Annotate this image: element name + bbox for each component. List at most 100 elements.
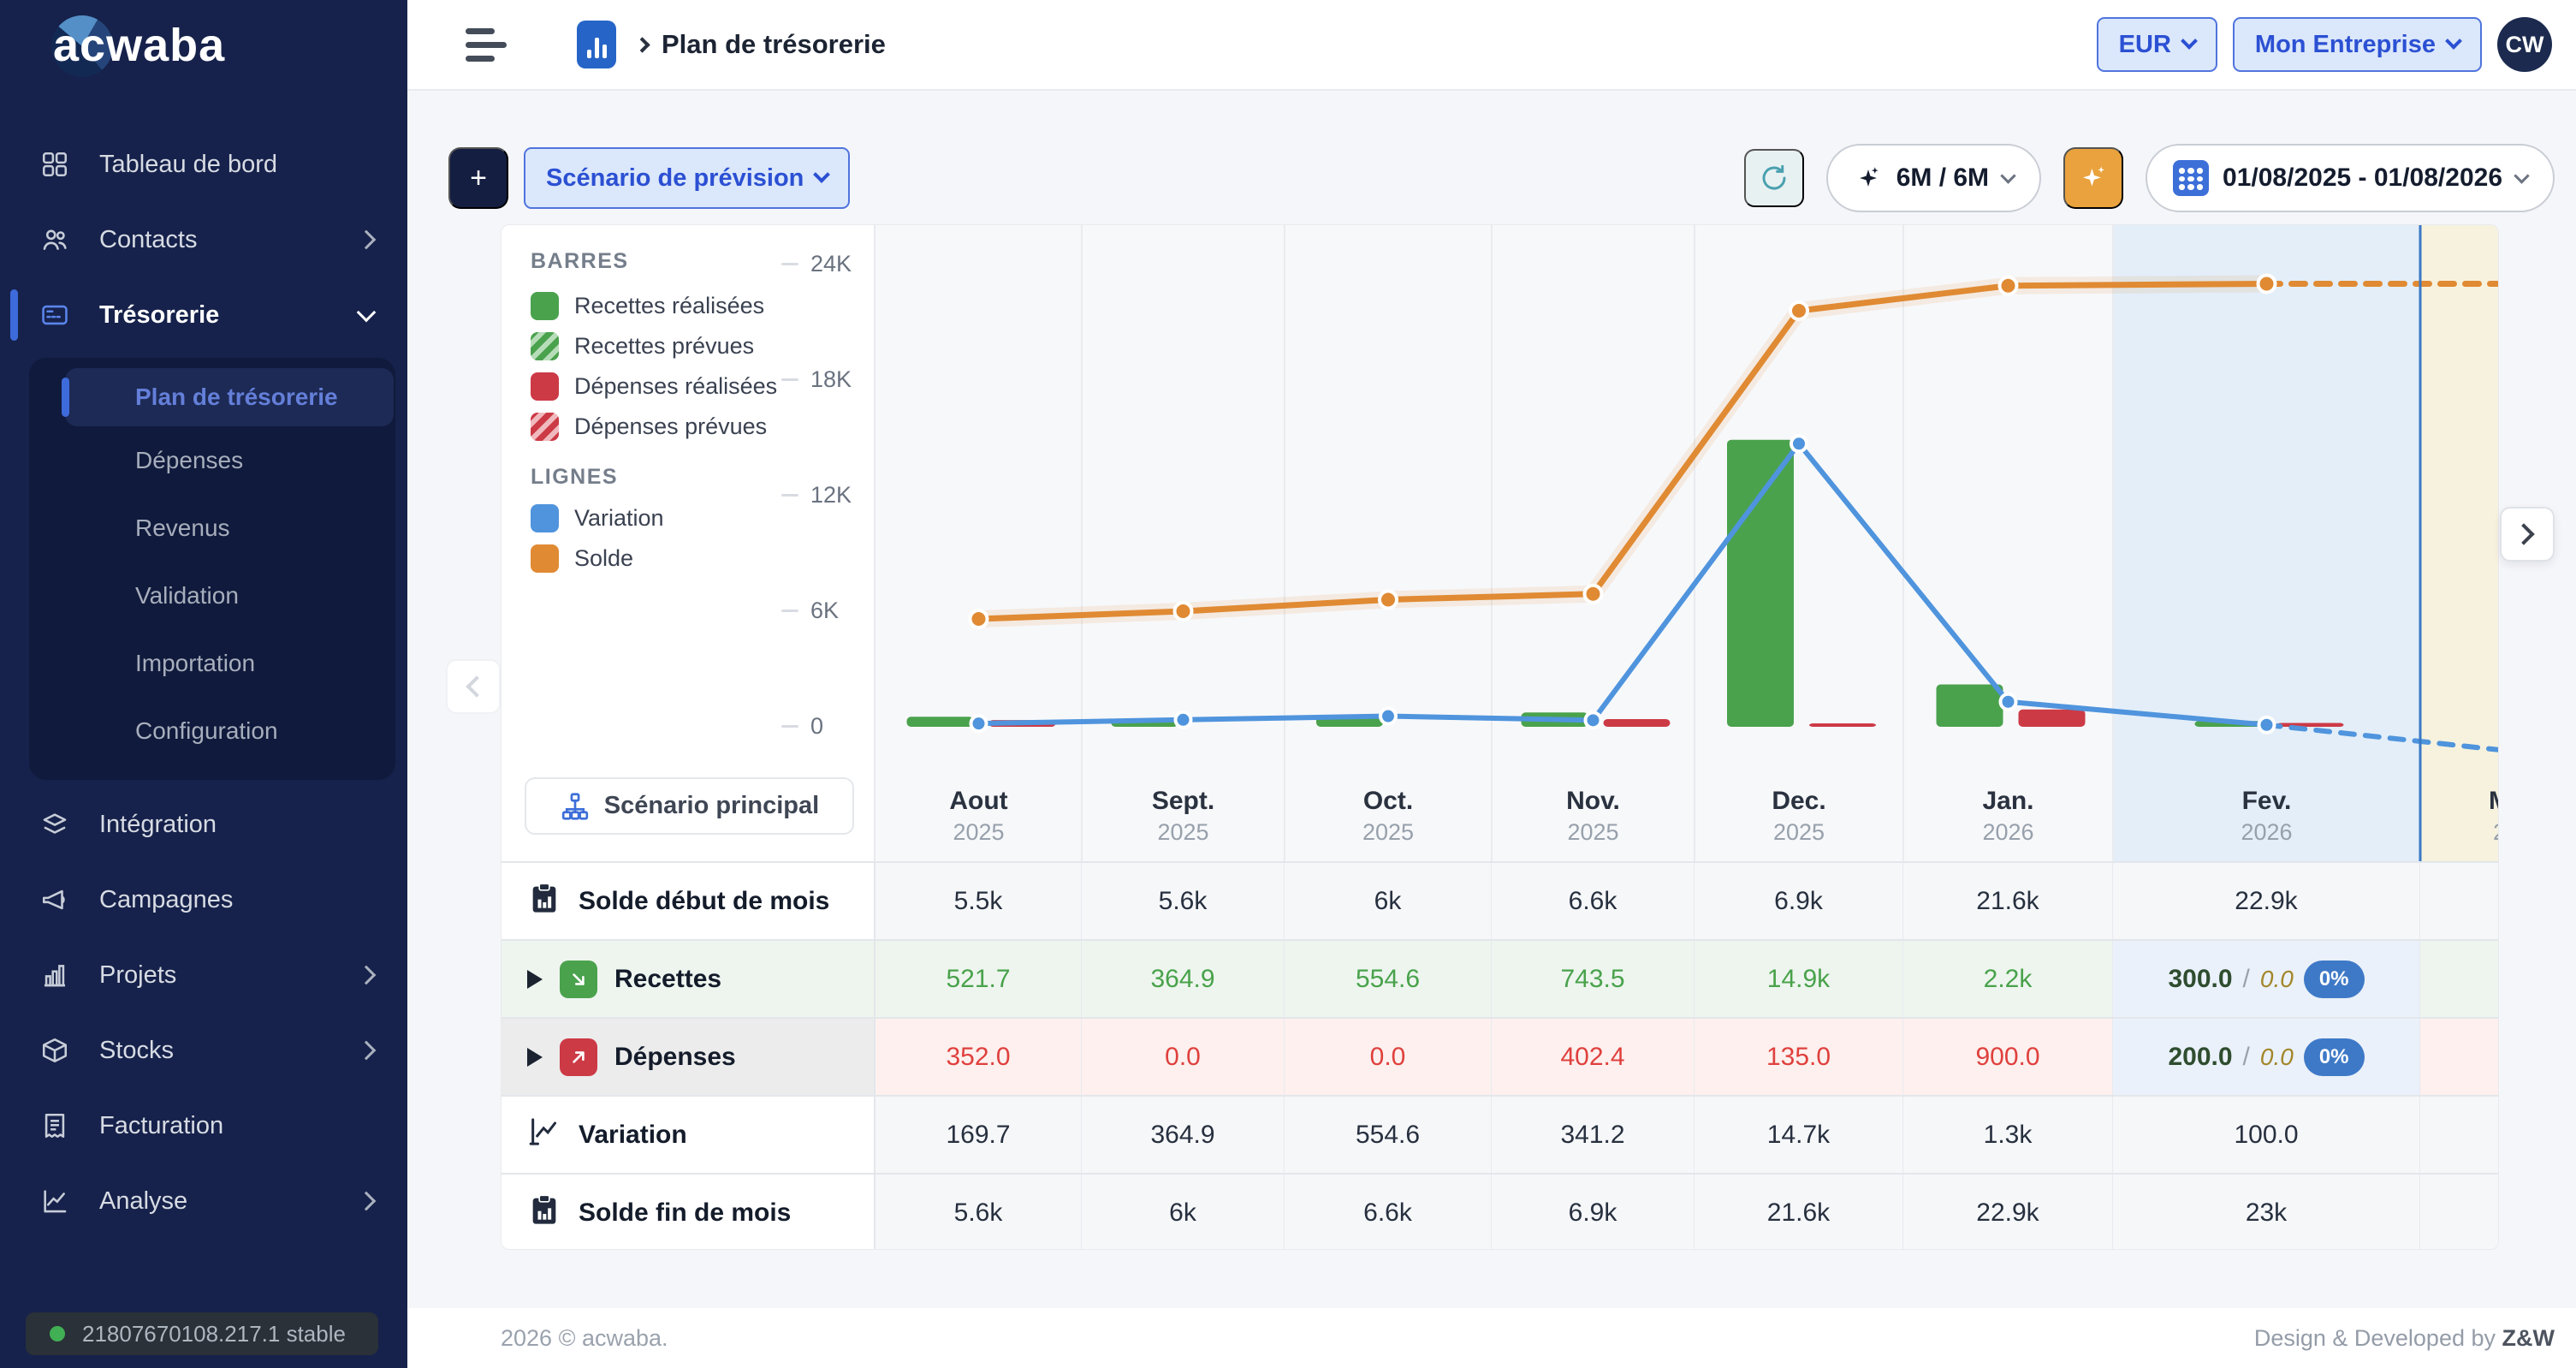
legend-item-recettes-prevues[interactable]: Recettes prévues xyxy=(531,332,754,360)
table-cell: 0.0 xyxy=(1082,1019,1285,1095)
submenu-item-expenses[interactable]: Dépenses xyxy=(29,426,395,494)
sidebar-item-stocks[interactable]: Stocks xyxy=(0,1013,407,1088)
date-range-picker[interactable]: 01/08/2025 - 01/08/2026 xyxy=(2146,144,2555,212)
expand-arrow-icon[interactable] xyxy=(527,1048,543,1067)
table-cell: 0.0 xyxy=(1285,1019,1492,1095)
submenu-item-label: Validation xyxy=(135,582,239,610)
date-range-label: 01/08/2025 - 01/08/2026 xyxy=(2223,164,2502,193)
svg-text:Oct.: Oct. xyxy=(1363,787,1413,815)
chart-legend: BARRES Recettes réalisées Recettes prévu… xyxy=(502,225,875,861)
chart-plot-area[interactable]: Aout2025Sept.2025Oct.2025Nov.2025Dec.202… xyxy=(875,225,2499,861)
currency-dropdown[interactable]: EUR xyxy=(2097,17,2217,72)
legend-item-recettes-realisees[interactable]: Recettes réalisées xyxy=(531,292,764,320)
bar-chart-icon xyxy=(39,960,70,990)
chevron-down-icon xyxy=(2181,33,2198,50)
sidebar-item-campaigns[interactable]: Campagnes xyxy=(0,862,407,937)
sidebar-item-label: Campagnes xyxy=(99,886,233,914)
table-row-solde-fin: Solde fin de mois 5.6k 6k 6.6k 6.9k 21.6… xyxy=(502,1173,2499,1250)
period-dropdown[interactable]: 6M / 6M xyxy=(1826,144,2041,212)
svg-text:2026: 2026 xyxy=(1982,819,2033,845)
row-label-cell[interactable]: Dépenses xyxy=(502,1019,875,1095)
menu-toggle-button[interactable] xyxy=(466,28,519,62)
table-cell-current-month[interactable]: 300.0 / 0.0 0% xyxy=(2113,941,2420,1017)
row-label-cell[interactable]: Recettes xyxy=(502,941,875,1017)
table-cell: 554.6 xyxy=(1285,1097,1492,1173)
sidebar-item-contacts[interactable]: Contacts xyxy=(0,202,407,277)
table-cell: 14.7k xyxy=(1695,1097,1903,1173)
table-cell: 21.6k xyxy=(1903,863,2113,939)
chevron-right-icon xyxy=(357,1192,377,1211)
table-cell xyxy=(2420,941,2499,1017)
table-cell: 6.9k xyxy=(1492,1175,1695,1250)
avatar[interactable]: CW xyxy=(2497,17,2552,72)
submenu-item-import[interactable]: Importation xyxy=(29,629,395,697)
add-scenario-button[interactable]: + xyxy=(448,147,508,209)
legend-item-solde[interactable]: Solde xyxy=(531,544,633,573)
table-cell-current-month[interactable]: 200.0 / 0.0 0% xyxy=(2113,1019,2420,1095)
company-dropdown[interactable]: Mon Entreprise xyxy=(2233,17,2482,72)
sidebar-item-integration[interactable]: Intégration xyxy=(0,787,407,862)
chart-prev-button[interactable] xyxy=(446,659,501,714)
sidebar-nav: Tableau de bord Contacts Trésorerie xyxy=(0,127,407,1239)
sidebar-item-label: Contacts xyxy=(99,226,197,254)
invoice-icon xyxy=(39,1110,70,1141)
expense-icon xyxy=(560,1038,597,1076)
legend-item-depenses-realisees[interactable]: Dépenses réalisées xyxy=(531,372,777,401)
table-cell: 135.0 xyxy=(1695,1019,1903,1095)
svg-text:Dec.: Dec. xyxy=(1772,787,1825,815)
submenu-item-label: Configuration xyxy=(135,717,278,745)
row-label-cell[interactable]: Variation xyxy=(502,1097,875,1173)
sidebar-item-label: Facturation xyxy=(99,1112,223,1140)
svg-text:2026: 2026 xyxy=(2493,819,2499,845)
sparkles-icon xyxy=(2077,162,2110,194)
period-label: 6M / 6M xyxy=(1896,164,1989,193)
percent-badge: 0% xyxy=(2304,1038,2365,1076)
box-icon xyxy=(39,1035,70,1066)
sidebar-item-projects[interactable]: Projets xyxy=(0,937,407,1013)
table-cell: 21.6k xyxy=(1695,1175,1903,1250)
submenu-item-validation[interactable]: Validation xyxy=(29,562,395,629)
table-cell: 5.5k xyxy=(875,863,1082,939)
legend-item-variation[interactable]: Variation xyxy=(531,504,664,532)
submenu-item-cash-plan[interactable]: Plan de trésorerie xyxy=(65,368,394,426)
sidebar-item-analysis[interactable]: Analyse xyxy=(0,1163,407,1239)
legend-chip-icon xyxy=(531,372,559,401)
treasury-card: BARRES Recettes réalisées Recettes prévu… xyxy=(501,224,2499,1250)
expand-arrow-icon[interactable] xyxy=(527,970,543,989)
chart-next-button[interactable] xyxy=(2500,507,2555,562)
sidebar-item-treasury[interactable]: Trésorerie xyxy=(0,277,407,353)
scenario-dropdown[interactable]: Scénario de prévision xyxy=(524,147,850,209)
scenario-principal-button[interactable]: Scénario principal xyxy=(525,777,854,835)
refresh-button[interactable] xyxy=(1744,149,1804,207)
sidebar-item-label: Projets xyxy=(99,961,176,990)
table-cell: 2.2k xyxy=(1903,941,2113,1017)
clipboard-chart-icon xyxy=(527,1193,561,1234)
variation-line-icon xyxy=(527,1115,561,1156)
table-cell: 6.9k xyxy=(1695,863,1903,939)
table-cell: 6k xyxy=(1082,1175,1285,1250)
sidebar: acwaba Tableau de bord Contacts xyxy=(0,0,407,1368)
table-row-solde-debut: Solde début de mois 5.5k 5.6k 6k 6.6k 6.… xyxy=(502,861,2499,939)
svg-text:2025: 2025 xyxy=(1773,819,1825,845)
submenu-item-configuration[interactable]: Configuration xyxy=(29,697,395,764)
legend-item-depenses-prevues[interactable]: Dépenses prévues xyxy=(531,413,767,441)
calendar-icon xyxy=(2173,160,2209,196)
submenu-item-revenues[interactable]: Revenus xyxy=(29,494,395,562)
chevron-down-icon xyxy=(2000,168,2015,183)
table-cell: 22.9k xyxy=(2113,863,2420,939)
submenu-item-label: Dépenses xyxy=(135,447,243,474)
logo[interactable]: acwaba xyxy=(0,0,407,91)
svg-text:Nov.: Nov. xyxy=(1566,787,1620,815)
sidebar-item-billing[interactable]: Facturation xyxy=(0,1088,407,1163)
ai-suggest-button[interactable] xyxy=(2063,147,2123,209)
sidebar-item-dashboard[interactable]: Tableau de bord xyxy=(0,127,407,202)
table-cell: 169.7 xyxy=(875,1097,1082,1173)
svg-text:Fev.: Fev. xyxy=(2242,787,2292,815)
row-label-cell[interactable]: Solde début de mois xyxy=(502,863,875,939)
table-cell: 6.6k xyxy=(1285,1175,1492,1250)
row-label-cell[interactable]: Solde fin de mois xyxy=(502,1175,875,1250)
plus-icon: + xyxy=(470,162,487,195)
chart-canvas: Aout2025Sept.2025Oct.2025Nov.2025Dec.202… xyxy=(875,225,2499,861)
grid-icon xyxy=(39,149,70,180)
table-cell: 352.0 xyxy=(875,1019,1082,1095)
